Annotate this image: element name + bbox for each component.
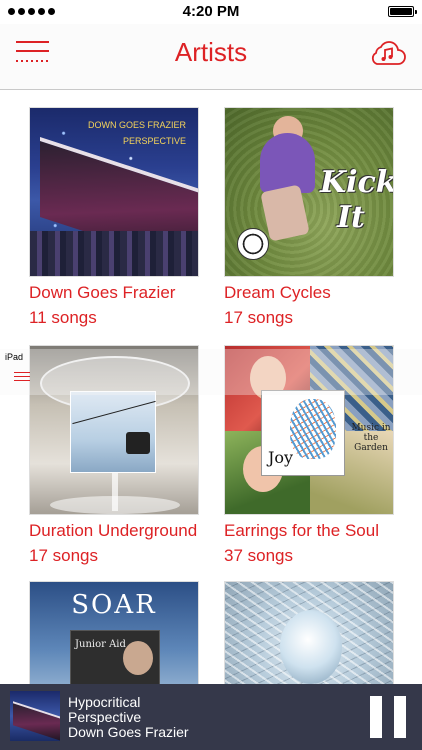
artist-tile-down-goes-frazier[interactable]: DOWN GOES FRAZIER PERSPECTIVE Down Goes … [29, 107, 199, 328]
song-count: 37 songs [224, 546, 293, 565]
artist-tile-dream-cycles[interactable]: Kick It Dream Cycles 17 songs [224, 107, 394, 328]
album-artwork: Kick It [224, 107, 394, 277]
cloud-music-icon [371, 41, 406, 65]
artwork-text: It [337, 200, 365, 235]
artist-name: Duration Underground [29, 521, 198, 540]
artists-grid: DOWN GOES FRAZIER PERSPECTIVE Down Goes … [0, 91, 422, 684]
artist-tile-duration-underground[interactable]: Duration Underground 17 songs [29, 345, 199, 566]
album-artwork: Joy Music in the Garden [224, 345, 394, 515]
artist-tile-soar[interactable]: SOAR Junior Aid [29, 581, 199, 684]
album-artwork: DOWN GOES FRAZIER PERSPECTIVE [29, 107, 199, 277]
song-count: 17 songs [29, 546, 98, 565]
artwork-title: DOWN GOES FRAZIER [87, 120, 186, 130]
album-artwork: SOAR Junior Aid [29, 581, 199, 684]
page-title: Artists [174, 37, 248, 67]
track-title-line1: Hypocritical [68, 694, 141, 710]
song-count: 17 songs [224, 308, 293, 327]
now-playing-artwork [10, 691, 60, 741]
now-playing-info: Hypocritical Perspective Down Goes Frazi… [68, 695, 189, 740]
pause-button[interactable] [370, 696, 408, 738]
album-artwork [224, 581, 394, 684]
artist-tile-6[interactable] [224, 581, 394, 684]
artwork-text: Kick [320, 165, 394, 200]
artist-name: Down Goes Frazier [29, 283, 176, 302]
artist-name: Earrings for the Soul [224, 521, 379, 540]
artwork-subtitle: Junior Aid [75, 639, 126, 650]
artist-tile-earrings-for-the-soul[interactable]: Joy Music in the Garden Earrings for the… [224, 345, 394, 566]
artwork-text: Joy [268, 448, 294, 467]
now-playing-bar[interactable]: Hypocritical Perspective Down Goes Frazi… [0, 684, 422, 750]
status-bar: 4:20 PM [0, 0, 422, 24]
track-title-line2: Perspective [68, 709, 142, 725]
track-artist: Down Goes Frazier [68, 724, 189, 740]
artwork-title: SOAR [71, 590, 157, 620]
album-artwork [29, 345, 199, 515]
navigation-bar: Artists [0, 24, 422, 90]
song-count: 11 songs [29, 308, 97, 327]
artwork-subtitle: PERSPECTIVE [122, 136, 186, 146]
artwork-text: Music in the Garden [351, 423, 391, 453]
artist-name: Dream Cycles [224, 283, 331, 302]
cloud-music-button[interactable] [368, 39, 406, 67]
battery-icon [388, 6, 417, 17]
status-time: 4:20 PM [182, 3, 240, 20]
